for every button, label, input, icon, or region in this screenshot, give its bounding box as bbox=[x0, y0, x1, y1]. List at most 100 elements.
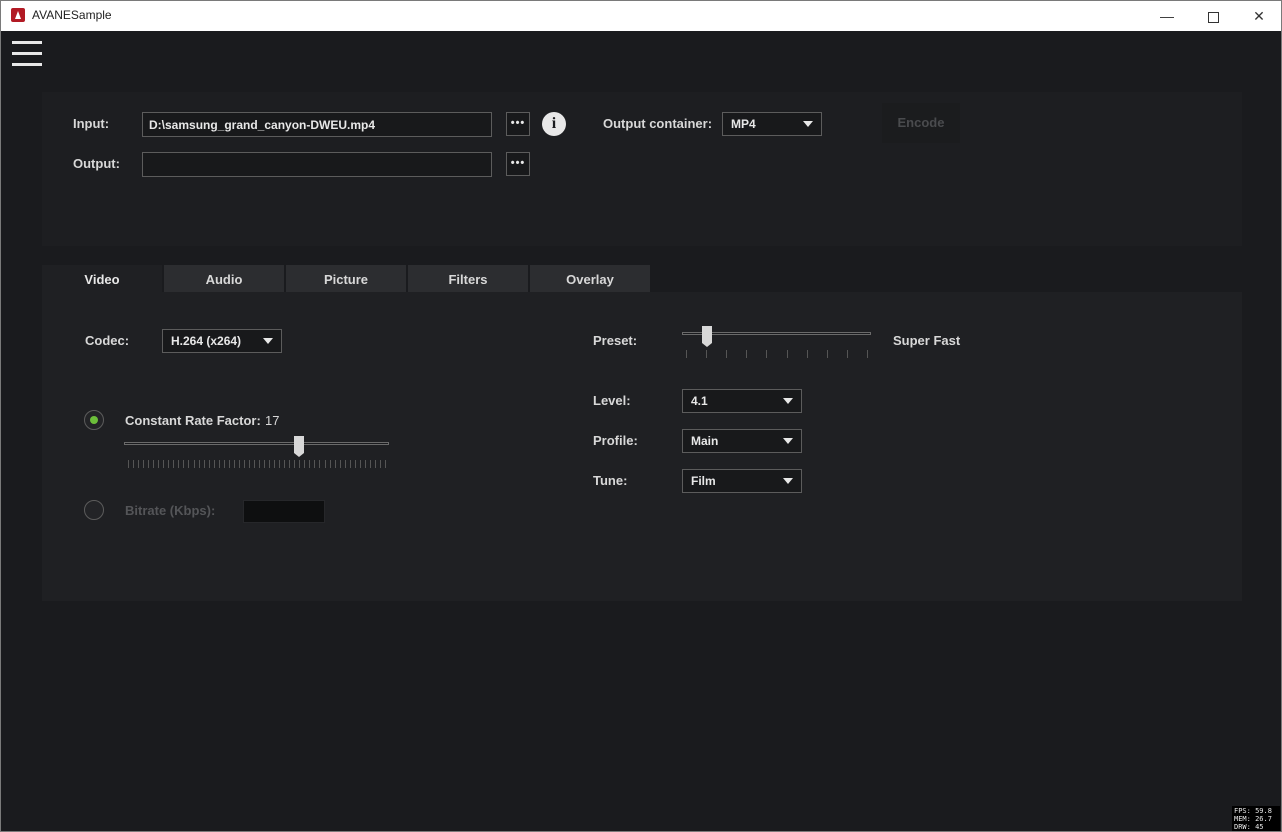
profile-label: Profile: bbox=[593, 433, 638, 448]
slider-tick bbox=[158, 460, 159, 468]
output-label: Output: bbox=[73, 156, 120, 171]
preset-slider-thumb[interactable] bbox=[702, 326, 712, 347]
slider-tick bbox=[746, 350, 747, 358]
maximize-button[interactable] bbox=[1190, 1, 1236, 31]
crf-slider-ticks bbox=[128, 460, 386, 468]
slider-tick bbox=[138, 460, 139, 468]
tab-audio[interactable]: Audio bbox=[164, 265, 284, 292]
input-path-field[interactable]: D:\samsung_grand_canyon-DWEU.mp4 bbox=[142, 112, 492, 137]
profile-dropdown[interactable]: Main bbox=[682, 429, 802, 453]
codec-value: H.264 (x264) bbox=[171, 334, 242, 348]
slider-tick bbox=[304, 460, 305, 468]
codec-dropdown[interactable]: H.264 (x264) bbox=[162, 329, 282, 353]
info-icon[interactable]: i bbox=[542, 112, 566, 136]
slider-tick bbox=[289, 460, 290, 468]
slider-tick bbox=[163, 460, 164, 468]
slider-tick bbox=[264, 460, 265, 468]
minimize-button[interactable]: — bbox=[1144, 1, 1190, 31]
window-title: AVANESample bbox=[32, 8, 112, 22]
crf-slider-thumb[interactable] bbox=[294, 436, 304, 457]
main-content: Input: D:\samsung_grand_canyon-DWEU.mp4 … bbox=[1, 31, 1281, 831]
tune-dropdown[interactable]: Film bbox=[682, 469, 802, 493]
maximize-icon bbox=[1207, 11, 1219, 23]
slider-tick bbox=[279, 460, 280, 468]
encode-button[interactable]: Encode bbox=[882, 103, 960, 143]
bitrate-radio[interactable] bbox=[84, 500, 104, 520]
slider-tick bbox=[365, 460, 366, 468]
slider-tick bbox=[330, 460, 331, 468]
slider-tick bbox=[340, 460, 341, 468]
codec-label: Codec: bbox=[85, 333, 130, 348]
slider-tick bbox=[827, 350, 828, 358]
output-browse-button[interactable]: ••• bbox=[506, 152, 530, 176]
slider-tick bbox=[259, 460, 260, 468]
slider-tick bbox=[143, 460, 144, 468]
slider-tick bbox=[153, 460, 154, 468]
tab-picture[interactable]: Picture bbox=[286, 265, 406, 292]
slider-tick bbox=[380, 460, 381, 468]
slider-tick bbox=[148, 460, 149, 468]
slider-tick bbox=[269, 460, 270, 468]
radio-selected-dot bbox=[90, 416, 98, 424]
level-label: Level: bbox=[593, 393, 631, 408]
slider-tick bbox=[355, 460, 356, 468]
slider-tick bbox=[385, 460, 386, 468]
output-container-value: MP4 bbox=[731, 117, 756, 131]
slider-tick bbox=[219, 460, 220, 468]
output-container-label: Output container: bbox=[603, 116, 713, 131]
tune-label: Tune: bbox=[593, 473, 628, 488]
slider-tick bbox=[726, 350, 727, 358]
slider-tick bbox=[188, 460, 189, 468]
slider-tick bbox=[787, 350, 788, 358]
slider-tick bbox=[133, 460, 134, 468]
chevron-down-icon bbox=[803, 121, 813, 127]
slider-tick bbox=[274, 460, 275, 468]
tab-video[interactable]: Video bbox=[42, 265, 162, 292]
close-button[interactable]: ✕ bbox=[1236, 1, 1282, 31]
app-window: AVANESample — ✕ Input: D:\samsung_grand_… bbox=[0, 0, 1282, 832]
app-icon bbox=[11, 8, 25, 22]
drw-readout: DRW: 45 bbox=[1234, 823, 1264, 831]
slider-tick bbox=[370, 460, 371, 468]
chevron-down-icon bbox=[783, 438, 793, 444]
preset-label: Preset: bbox=[593, 333, 638, 348]
input-browse-button[interactable]: ••• bbox=[506, 112, 530, 136]
crf-label: Constant Rate Factor: bbox=[125, 413, 261, 428]
slider-tick bbox=[168, 460, 169, 468]
slider-tick bbox=[294, 460, 295, 468]
slider-tick bbox=[335, 460, 336, 468]
menu-icon[interactable] bbox=[12, 41, 42, 67]
slider-tick bbox=[325, 460, 326, 468]
tab-overlay[interactable]: Overlay bbox=[530, 265, 650, 292]
output-container-dropdown[interactable]: MP4 bbox=[722, 112, 822, 136]
bitrate-input[interactable] bbox=[243, 500, 325, 523]
slider-tick bbox=[128, 460, 129, 468]
slider-tick bbox=[194, 460, 195, 468]
preset-value: Super Fast bbox=[893, 333, 961, 348]
chevron-down-icon bbox=[783, 398, 793, 404]
mem-readout: MEM: 26.7 bbox=[1234, 815, 1272, 823]
slider-tick bbox=[350, 460, 351, 468]
slider-tick bbox=[244, 460, 245, 468]
level-dropdown[interactable]: 4.1 bbox=[682, 389, 802, 413]
slider-tick bbox=[314, 460, 315, 468]
preset-slider-ticks bbox=[686, 350, 868, 358]
slider-tick bbox=[224, 460, 225, 468]
slider-tick bbox=[209, 460, 210, 468]
slider-tick bbox=[345, 460, 346, 468]
crf-radio[interactable] bbox=[84, 410, 104, 430]
slider-tick bbox=[807, 350, 808, 358]
slider-tick bbox=[867, 350, 868, 358]
slider-tick bbox=[299, 460, 300, 468]
slider-tick bbox=[254, 460, 255, 468]
title-bar: AVANESample — ✕ bbox=[1, 1, 1281, 31]
slider-tick bbox=[847, 350, 848, 358]
tab-filters[interactable]: Filters bbox=[408, 265, 528, 292]
output-path-field[interactable] bbox=[142, 152, 492, 177]
crf-slider-track[interactable] bbox=[124, 442, 389, 445]
slider-tick bbox=[239, 460, 240, 468]
tune-value: Film bbox=[691, 474, 716, 488]
chevron-down-icon bbox=[783, 478, 793, 484]
chevron-down-icon bbox=[263, 338, 273, 344]
slider-tick bbox=[183, 460, 184, 468]
